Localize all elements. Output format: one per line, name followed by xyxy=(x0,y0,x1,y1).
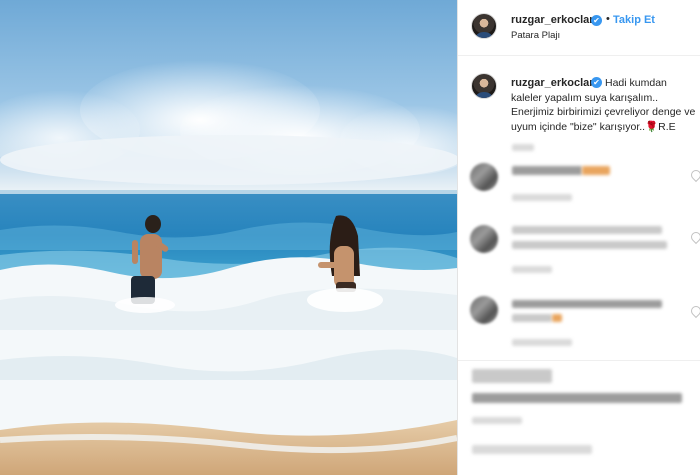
comment-item xyxy=(458,222,700,282)
verified-badge-icon: ✔ xyxy=(591,77,602,88)
blurred-action-icons[interactable] xyxy=(472,369,552,383)
blurred-likes xyxy=(472,393,682,403)
blurred-meta xyxy=(512,194,572,201)
post-header: ruzgar_erkoclar ✔ • Takip Et Patara Plaj… xyxy=(458,0,700,56)
blurred-text xyxy=(512,241,667,249)
blurred-comment-input[interactable] xyxy=(472,445,592,454)
commenter-avatar[interactable] xyxy=(470,296,498,324)
blurred-emoji xyxy=(582,166,610,175)
post-photo[interactable] xyxy=(0,0,457,475)
blurred-meta xyxy=(512,266,552,273)
post-sidebar: ruzgar_erkoclar ✔ • Takip Et Patara Plaj… xyxy=(457,0,700,475)
blurred-text xyxy=(512,300,662,308)
post-caption: ruzgar_erkoclar ✔ Hadi kumdan kaleler ya… xyxy=(511,76,699,134)
blurred-text xyxy=(512,144,534,151)
commenter-avatar[interactable] xyxy=(470,163,498,191)
blurred-text xyxy=(512,226,662,234)
separator-dot: • xyxy=(606,13,610,25)
heart-icon[interactable] xyxy=(688,229,700,245)
blurred-emoji xyxy=(552,314,562,322)
comment-item xyxy=(458,292,700,352)
blurred-meta xyxy=(512,339,572,346)
caption-username[interactable]: ruzgar_erkoclar xyxy=(511,76,594,91)
blurred-text xyxy=(512,314,552,322)
heart-icon[interactable] xyxy=(688,303,700,319)
caption-avatar[interactable] xyxy=(471,73,497,99)
beach-scene xyxy=(0,60,457,475)
follow-button[interactable]: Takip Et xyxy=(613,14,655,26)
heart-icon[interactable] xyxy=(688,167,700,183)
post-actions xyxy=(458,360,700,475)
blurred-username xyxy=(512,166,582,175)
verified-badge-icon: ✔ xyxy=(591,15,602,26)
location-link[interactable]: Patara Plajı xyxy=(511,30,560,41)
post-username[interactable]: ruzgar_erkoclar xyxy=(511,14,594,26)
commenter-avatar[interactable] xyxy=(470,225,498,253)
comment-item xyxy=(458,144,700,218)
profile-avatar[interactable] xyxy=(471,13,497,39)
blurred-timestamp xyxy=(472,417,522,424)
